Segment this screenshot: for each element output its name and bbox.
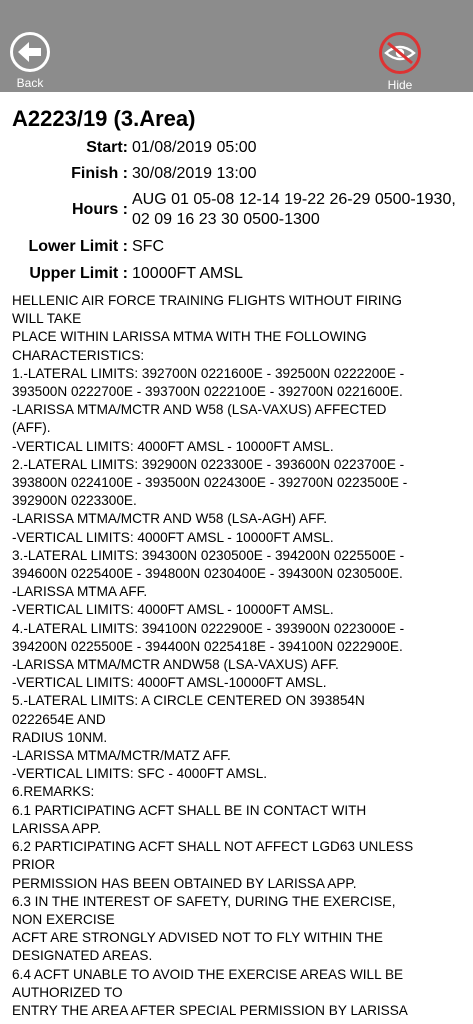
back-arrow-icon [10,32,50,72]
body-line: HELLENIC AIR FORCE TRAINING FLIGHTS WITH… [12,293,402,308]
body-line: -VERTICAL LIMITS: SFC - 4000FT AMSL. [12,766,268,782]
hide-button-label: Hide [387,78,413,92]
back-button[interactable]: Back [6,32,54,92]
body-line: PRIOR [12,857,56,873]
body-line: DESIGNATED AREAS. [12,948,153,964]
body-line: 6.REMARKS: [12,784,95,800]
body-line: -VERTICAL LIMITS: 4000FT AMSL-10000FT AM… [12,675,327,691]
body-line: -VERTICAL LIMITS: 4000FT AMSL - 10000FT … [12,602,334,618]
body-line: 6.4 ACFT UNABLE TO AVOID THE EXERCISE AR… [12,966,404,982]
hide-button[interactable]: Hide [376,32,424,92]
body-line: NON EXERCISE [12,911,115,927]
body-line: 393800N 0224100E - 393500N 0224300E - 39… [12,475,408,491]
lower-limit-value: SFC [132,238,164,255]
back-button-label: Back [16,76,44,90]
notam-details: Start: 01/08/2019 05:00 Finish : 30/08/2… [0,138,473,284]
body-line: -LARISSA MTMA/MCTR AND W58 (LSA-AGH) AFF… [12,511,327,527]
body-line: 4.-LATERAL LIMITS: 394100N 0222900E - 39… [12,620,405,636]
body-line: -LARISSA MTMA AFF. [12,584,148,600]
body-line: 6.1 PARTICIPATING ACFT SHALL BE IN CONTA… [12,802,367,818]
hours-value: AUG 01 05-08 12-14 19-22 26-29 0500-1930… [132,191,456,228]
body-line: 394600N 0225400E - 394800N 0230400E - 39… [12,566,403,582]
finish-label: Finish : [71,165,128,182]
upper-limit-label: Upper Limit : [29,265,128,282]
body-line: ACFT ARE STRONGLY ADVISED NOT TO FLY WIT… [12,930,383,946]
hours-row: Hours : AUG 01 05-08 12-14 19-22 26-29 0… [0,190,473,230]
body-line: 6.3 IN THE INTEREST OF SAFETY, DURING TH… [12,893,396,909]
notam-body-text: HELLENIC AIR FORCE TRAINING FLIGHTS WITH… [12,292,462,1020]
start-row: Start: 01/08/2019 05:00 [0,138,473,158]
body-line: 0222654E AND [12,711,106,727]
body-line: -VERTICAL LIMITS: 4000FT AMSL - 10000FT … [12,529,334,545]
body-line: AUTHORIZED TO [12,984,123,1000]
body-line: 6.2 PARTICIPATING ACFT SHALL NOT AFFECT … [12,839,414,855]
body-line: -LARISSA MTMA/MCTR ANDW58 (LSA-VAXUS) AF… [12,657,339,673]
body-line: 393500N 0222700E - 393700N 0222100E - 39… [12,384,403,400]
body-line: -LARISSA MTMA/MCTR AND W58 (LSA-VAXUS) A… [12,402,387,418]
body-line: 2.-LATERAL LIMITS: 392900N 0223300E - 39… [12,456,405,472]
finish-value: 30/08/2019 13:00 [132,165,257,182]
upper-limit-value: 10000FT AMSL [132,265,243,282]
body-line: 394200N 0225500E - 394400N 0225418E - 39… [12,638,403,654]
hours-label: Hours : [72,201,128,218]
body-line: LARISSA APP. [12,820,101,836]
body-line: 5.-LATERAL LIMITS: A CIRCLE CENTERED ON … [12,693,365,709]
body-line: ENTRY THE AREA AFTER SPECIAL PERMISSION … [12,1002,408,1018]
body-line: WILL TAKE [12,311,82,327]
body-line: 392900N 0223300E. [12,493,137,509]
body-line: RADIUS 10NM. [12,729,108,745]
body-line: -VERTICAL LIMITS: 4000FT AMSL - 10000FT … [12,438,334,454]
upper-limit-row: Upper Limit : 10000FT AMSL [0,264,473,284]
body-line: -LARISSA MTMA/MCTR/MATZ AFF. [12,748,231,764]
body-line: 3.-LATERAL LIMITS: 394300N 0230500E - 39… [12,547,405,563]
start-label: Start: [86,139,128,156]
body-line: 1.-LATERAL LIMITS: 392700N 0221600E - 39… [12,365,405,381]
body-line: (AFF). [12,420,51,436]
lower-limit-label: Lower Limit : [28,238,128,255]
finish-row: Finish : 30/08/2019 13:00 [0,164,473,184]
body-line: PERMISSION HAS BEEN OBTAINED BY LARISSA … [12,875,357,891]
notam-title: A2223/19 (3.Area) [12,106,196,131]
start-value: 01/08/2019 05:00 [132,139,257,156]
top-toolbar: Back Hide [0,0,473,92]
body-line: CHARACTERISTICS: [12,347,145,363]
body-line: PLACE WITHIN LARISSA MTMA WITH THE FOLLO… [12,329,367,345]
lower-limit-row: Lower Limit : SFC [0,237,473,257]
eye-slash-icon [379,32,421,74]
